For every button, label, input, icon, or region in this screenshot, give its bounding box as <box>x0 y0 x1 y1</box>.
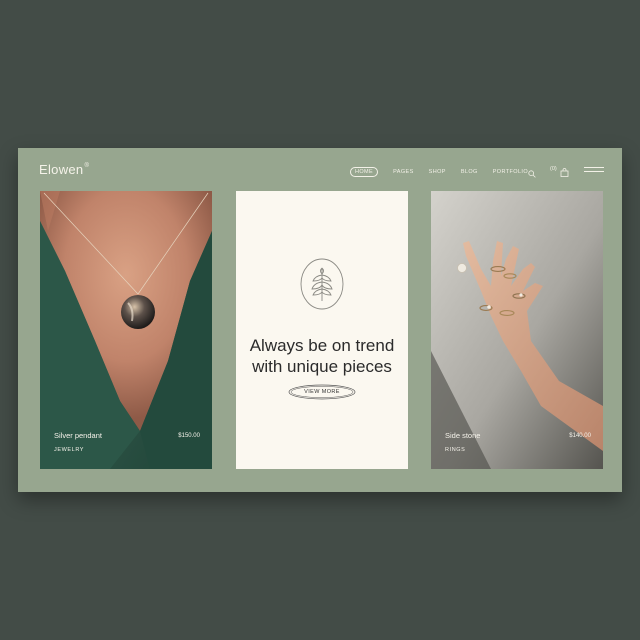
pendant-caption: Silver pendant JEWELRY $150.00 <box>54 431 200 453</box>
nav-home[interactable]: HOME <box>350 167 379 177</box>
promo-heading-line1: Always be on trend <box>249 336 395 356</box>
promo-heading: Always be on trend with unique pieces <box>236 335 408 377</box>
product-card-rings[interactable]: Side stone RINGS $140.00 <box>431 191 603 469</box>
nav-blog[interactable]: BLOG <box>461 169 478 175</box>
search-icon[interactable] <box>528 165 536 178</box>
product-category: RINGS <box>445 447 466 453</box>
product-price: $140.00 <box>569 433 591 439</box>
nav-pages[interactable]: PAGES <box>393 169 414 175</box>
rings-photo <box>431 191 603 469</box>
cart-count[interactable]: (0) <box>550 166 557 172</box>
view-more-button[interactable]: VIEW MORE <box>288 384 356 400</box>
shopping-bag-icon[interactable] <box>560 164 569 177</box>
rings-caption: Side stone RINGS $140.00 <box>445 431 591 453</box>
nav-portfolio[interactable]: PORTFOLIO <box>493 169 528 175</box>
brand-logo[interactable]: Elowen® <box>39 162 89 177</box>
pendant-photo <box>40 191 212 469</box>
promo-card: Always be on trend with unique pieces VI… <box>236 191 408 469</box>
promo-heading-line2: with unique pieces <box>252 357 392 377</box>
product-category: JEWELRY <box>54 447 85 453</box>
registered-mark: ® <box>84 162 90 169</box>
header-actions: (0) <box>528 164 569 178</box>
product-price: $150.00 <box>178 433 200 439</box>
menu-icon[interactable] <box>584 167 604 173</box>
main-nav: HOME PAGES SHOP BLOG PORTFOLIO <box>350 166 543 178</box>
nav-shop[interactable]: SHOP <box>429 169 446 175</box>
product-card-pendant[interactable]: Silver pendant JEWELRY $150.00 <box>40 191 212 469</box>
leaf-emblem-icon <box>300 258 344 310</box>
view-more-label: VIEW MORE <box>304 389 340 395</box>
website-frame: Elowen® HOME PAGES SHOP BLOG PORTFOLIO (… <box>18 148 622 492</box>
brand-name: Elowen <box>39 162 84 177</box>
